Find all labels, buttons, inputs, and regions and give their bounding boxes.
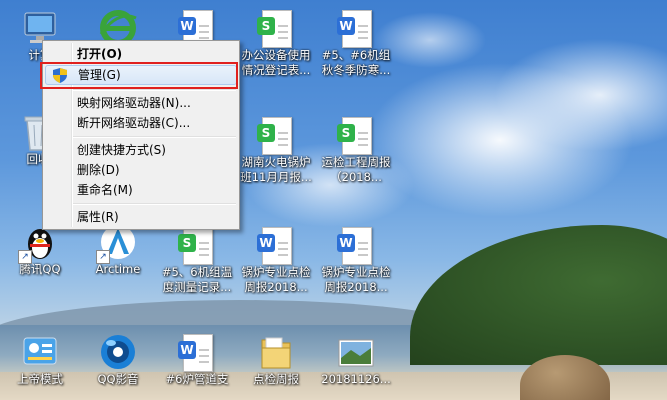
wps-spreadsheet-doc-icon: S [177, 225, 217, 265]
doc-desktop-icon[interactable]: S #5、6机组温度测量记录... [159, 225, 235, 295]
qq-desktop-icon[interactable]: ↗ 腾讯QQ [2, 222, 78, 277]
qqplayer-label: QQ影音 [97, 372, 139, 386]
qq-label: 腾讯QQ [19, 262, 61, 276]
wps-writer-doc-icon: W [177, 332, 217, 372]
image-label: 20181126... [321, 372, 391, 386]
menu-separator [73, 136, 236, 138]
menu-item-disconnect-network-drive[interactable]: 断开网络驱动器(C)... [45, 113, 237, 133]
wps-writer-doc-icon: W [256, 225, 296, 265]
wps-spreadsheet-doc-icon: S [256, 115, 296, 155]
menu-item-rename[interactable]: 重命名(M) [45, 180, 237, 200]
doc-label: 运检工程周报（2018... [321, 155, 391, 184]
qqplayer-icon [98, 332, 138, 372]
folder-label: 点检周报 [253, 372, 299, 386]
menu-item-properties[interactable]: 属性(R) [45, 207, 237, 227]
background-island [410, 225, 667, 365]
menu-item-label: 创建快捷方式(S) [77, 143, 166, 157]
doc-desktop-icon[interactable]: S 运检工程周报（2018... [318, 115, 394, 185]
doc-label: #5、#6机组秋冬季防寒... [321, 48, 391, 77]
wps-spreadsheet-doc-icon: S [256, 8, 296, 48]
menu-item-delete[interactable]: 删除(D) [45, 160, 237, 180]
arctime-desktop-icon[interactable]: ↗ Arctime [80, 222, 156, 277]
menu-separator [73, 203, 236, 205]
image-thumbnail-icon [336, 332, 376, 372]
doc-desktop-icon[interactable]: S 湖南火电锅炉班11月月报... [238, 115, 314, 185]
doc-label: 湖南火电锅炉班11月月报... [240, 155, 312, 184]
doc-desktop-icon[interactable]: W 锅炉专业点检周报2018... [318, 225, 394, 295]
menu-item-label: 属性(R) [77, 210, 119, 224]
doc-label: #5、6机组温度测量记录... [161, 265, 233, 294]
highlight-annotation-box [40, 62, 238, 89]
folder-desktop-icon[interactable]: 点检周报 [238, 332, 314, 387]
image-desktop-icon[interactable]: 20181126... [318, 332, 394, 387]
doc-label: 锅炉专业点检周报2018... [321, 265, 391, 294]
doc-desktop-icon[interactable]: W 锅炉专业点检周报2018... [238, 225, 314, 295]
qqplayer-desktop-icon[interactable]: QQ影音 [80, 332, 156, 387]
menu-item-label: 断开网络驱动器(C)... [77, 116, 191, 130]
doc-label: 锅炉专业点检周报2018... [241, 265, 311, 294]
wps-spreadsheet-doc-icon: S [336, 115, 376, 155]
doc-desktop-icon[interactable]: W #6炉管道支 [159, 332, 235, 387]
menu-item-label: 删除(D) [77, 163, 120, 177]
doc-desktop-icon[interactable]: W #5、#6机组秋冬季防寒... [318, 8, 394, 78]
settings-desktop-icon[interactable]: 上帝模式 [2, 332, 78, 387]
menu-separator [73, 89, 236, 91]
wps-writer-doc-icon: W [336, 8, 376, 48]
doc-desktop-icon[interactable]: S 办公设备使用情况登记表... [238, 8, 314, 78]
control-panel-icon [20, 332, 60, 372]
menu-item-open[interactable]: 打开(O) [45, 44, 237, 64]
doc-label: #6炉管道支 [165, 372, 229, 386]
folder-icon [256, 332, 296, 372]
menu-item-label: 打开(O) [77, 47, 123, 61]
menu-item-label: 重命名(M) [77, 183, 133, 197]
menu-item-label: 映射网络驱动器(N)... [77, 96, 191, 110]
menu-item-map-network-drive[interactable]: 映射网络驱动器(N)... [45, 93, 237, 113]
menu-item-create-shortcut[interactable]: 创建快捷方式(S) [45, 140, 237, 160]
wps-writer-doc-icon: W [336, 225, 376, 265]
settings-label: 上帝模式 [17, 372, 63, 386]
arctime-label: Arctime [95, 262, 141, 276]
doc-label: 办公设备使用情况登记表... [241, 48, 311, 77]
